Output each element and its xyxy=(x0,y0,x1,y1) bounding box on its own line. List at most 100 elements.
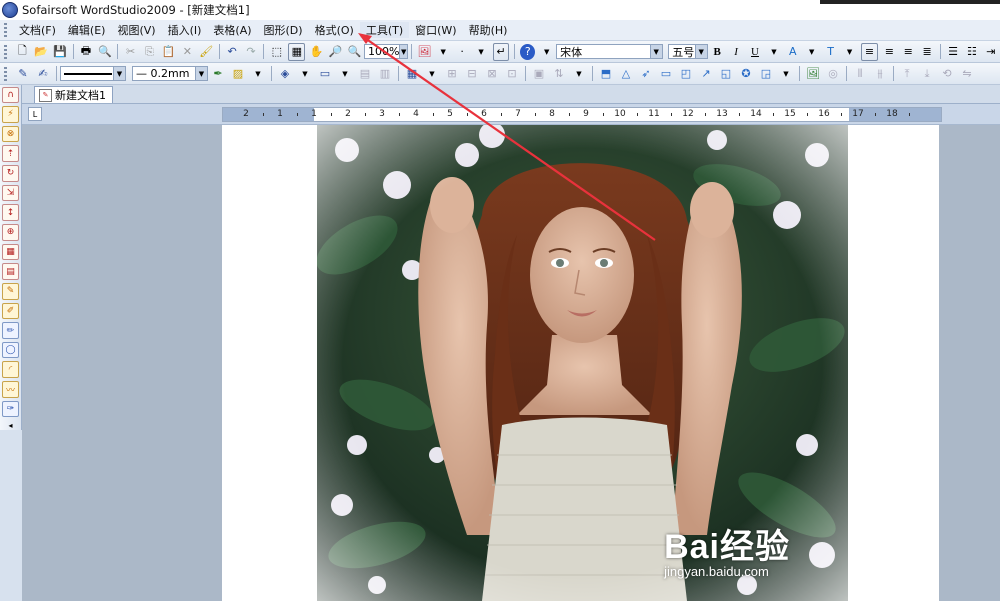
menu-format[interactable]: 格式(O) xyxy=(309,22,360,38)
insert-table-icon[interactable]: ▦ xyxy=(404,66,420,82)
align-center-icon[interactable]: ≡ xyxy=(882,44,897,60)
line-style-select[interactable]: ▼ xyxy=(60,66,126,81)
font-name-select[interactable]: 宋体 ▼ xyxy=(556,44,663,59)
menu-file[interactable]: 文档(F) xyxy=(13,22,62,38)
dropdown-arrow-icon[interactable]: ▼ xyxy=(250,66,266,82)
dropdown-arrow-icon[interactable]: ▼ xyxy=(571,66,587,82)
bold-button[interactable]: B xyxy=(710,44,725,60)
table-row-icon[interactable]: ⊞ xyxy=(444,66,460,82)
pen-icon[interactable]: ✎ xyxy=(2,282,19,300)
sort-icon[interactable]: ⇅ xyxy=(551,66,567,82)
menu-table[interactable]: 表格(A) xyxy=(207,22,257,38)
highlight-icon[interactable]: T xyxy=(823,44,838,60)
shape-triangle-icon[interactable]: △ xyxy=(618,66,634,82)
inserted-photo[interactable]: Bai经验 jingyan.baidu.com xyxy=(317,125,848,601)
document-canvas[interactable]: Bai经验 jingyan.baidu.com xyxy=(22,125,1000,601)
table-split-icon[interactable]: ⊠ xyxy=(484,66,500,82)
delete-icon[interactable]: ✕ xyxy=(180,44,195,60)
edit-shape-icon[interactable]: ✎ xyxy=(15,66,31,82)
insert-picture-icon[interactable]: 🖼 xyxy=(805,66,821,82)
paste-icon[interactable]: 📋 xyxy=(161,44,176,60)
bullet-list-icon[interactable]: ☰ xyxy=(946,44,961,60)
merge-cells-icon[interactable]: ▤ xyxy=(357,66,373,82)
shape-curve-icon[interactable]: ↗ xyxy=(698,66,714,82)
scroll-left-arrow-icon[interactable]: ◂ xyxy=(8,421,12,430)
zoom-select[interactable]: 100% ▼ xyxy=(363,44,408,59)
indent-icon[interactable]: ⇥ xyxy=(983,44,998,60)
dropdown-arrow-icon[interactable]: ▼ xyxy=(842,44,857,60)
cancel-draw-icon[interactable]: ⊗ xyxy=(2,125,19,143)
snap-top-icon[interactable]: ⇡ xyxy=(2,145,19,163)
split-cells-icon[interactable]: ▥ xyxy=(377,66,393,82)
dropdown-arrow-icon[interactable]: ▼ xyxy=(539,44,554,60)
dropdown-arrow-icon[interactable]: ▼ xyxy=(474,44,489,60)
zoom-in-icon[interactable]: 🔎 xyxy=(328,44,343,60)
horizontal-ruler[interactable]: 2 1 1 2 3 4 5 6 7 8 9 10 11 12 13 14 15 16 17 18 xyxy=(222,107,942,122)
pen-curve-icon[interactable]: ✏ xyxy=(2,322,19,339)
open-folder-icon[interactable]: 📂 xyxy=(34,44,49,60)
shape-callout-icon[interactable]: ◰ xyxy=(678,66,694,82)
insert-image-icon[interactable]: 🖼 xyxy=(417,44,432,60)
group-icon[interactable]: ◎ xyxy=(825,66,841,82)
select-tool-icon[interactable]: ⬚ xyxy=(269,44,284,60)
italic-button[interactable]: I xyxy=(729,44,744,60)
help-icon[interactable]: ? xyxy=(520,43,536,60)
align-objects-icon[interactable]: ⫴ xyxy=(852,66,868,82)
zoom-out-icon[interactable]: 🔍 xyxy=(347,44,362,60)
shape-arrow-icon[interactable]: ➶ xyxy=(638,66,654,82)
format-painter-icon[interactable]: 🖌 xyxy=(199,44,214,60)
snap-rotate-icon[interactable]: ↻ xyxy=(2,165,19,182)
new-document-icon[interactable]: 🗋 xyxy=(15,44,30,60)
snap-vertical-icon[interactable]: ↕ xyxy=(2,204,19,221)
pen-spline-icon[interactable]: 〰 xyxy=(2,381,19,398)
dropdown-arrow-icon[interactable]: ▼ xyxy=(804,44,819,60)
tab-stop-selector[interactable]: L xyxy=(28,107,42,121)
grid-icon[interactable]: ▦ xyxy=(288,42,306,61)
bring-forward-icon[interactable]: ⤒ xyxy=(899,66,915,82)
menu-help[interactable]: 帮助(H) xyxy=(463,22,514,38)
paragraph-mark-icon[interactable]: ↵ xyxy=(492,42,510,61)
font-size-select[interactable]: 五号 ▼ xyxy=(668,44,708,59)
menu-tools[interactable]: 工具(T) xyxy=(359,22,410,38)
justify-icon[interactable]: ≣ xyxy=(920,44,935,60)
font-color-icon[interactable]: A xyxy=(785,44,800,60)
pen-line-icon[interactable]: ✐ xyxy=(2,302,19,320)
menu-insert[interactable]: 插入(I) xyxy=(162,22,208,38)
dropdown-arrow-icon[interactable]: ▼ xyxy=(297,66,313,82)
redo-icon[interactable]: ↷ xyxy=(244,44,259,60)
dropdown-arrow-icon[interactable]: ▼ xyxy=(337,66,353,82)
frame-icon[interactable]: ▭ xyxy=(317,66,333,82)
numbered-list-icon[interactable]: ☷ xyxy=(964,44,979,60)
document-page[interactable]: Bai经验 jingyan.baidu.com xyxy=(222,125,939,601)
pen-arc-icon[interactable]: ◜ xyxy=(2,361,19,379)
line-width-select[interactable]: — 0.2mm ▼ xyxy=(132,66,208,81)
magnet-icon[interactable]: ∩ xyxy=(2,86,19,104)
print-preview-icon[interactable]: 🔍 xyxy=(97,44,112,60)
paint-bucket-icon[interactable]: ◈ xyxy=(277,66,293,82)
snap-corner-icon[interactable]: ⇲ xyxy=(2,184,19,202)
undo-icon[interactable]: ↶ xyxy=(225,44,240,60)
fill-color-icon[interactable]: ▨ xyxy=(230,66,246,82)
dropdown-arrow-icon[interactable]: ▼ xyxy=(436,44,451,60)
pen-circle-icon[interactable]: ◯ xyxy=(2,341,19,359)
print-icon[interactable]: 🖶 xyxy=(78,44,93,60)
snap-page-icon[interactable]: ▤ xyxy=(2,263,19,280)
send-backward-icon[interactable]: ⤓ xyxy=(919,66,935,82)
toolbar-grip[interactable] xyxy=(4,66,7,81)
shape-star-icon[interactable]: ✪ xyxy=(738,66,754,82)
table-merge-icon[interactable]: ⊡ xyxy=(504,66,520,82)
edit-text-icon[interactable]: ✍ xyxy=(35,66,51,82)
pen-point-icon[interactable]: ✑ xyxy=(2,400,19,418)
table-props-icon[interactable]: ▣ xyxy=(531,66,547,82)
shape-rect-icon[interactable]: ▭ xyxy=(658,66,674,82)
underline-button[interactable]: U xyxy=(748,44,763,60)
hand-tool-icon[interactable]: ✋ xyxy=(309,44,324,60)
menu-view[interactable]: 视图(V) xyxy=(111,22,161,38)
distribute-icon[interactable]: ⫵ xyxy=(872,66,888,82)
snap-center-icon[interactable]: ⊕ xyxy=(2,223,19,241)
align-left-icon[interactable]: ≡ xyxy=(860,42,878,61)
lightning-icon[interactable]: ⚡ xyxy=(2,106,19,123)
menu-graphics[interactable]: 图形(D) xyxy=(258,22,309,38)
dropdown-arrow-icon[interactable]: ▼ xyxy=(778,66,794,82)
toolbar-grip[interactable] xyxy=(4,44,7,59)
